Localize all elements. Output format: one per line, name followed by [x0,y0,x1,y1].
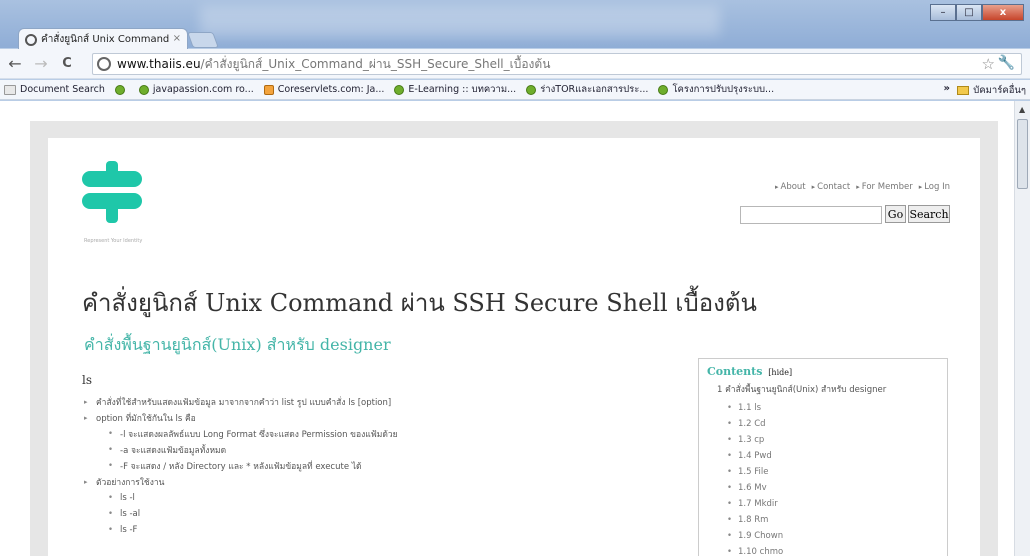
nav-log-in[interactable]: Log In [919,182,950,192]
top-nav: About Contact For Member Log In [775,182,951,192]
toc-item[interactable]: 1.8 Rm [727,512,939,528]
list-item: -F จะแสดง / หลัง Directory และ * หลังแฟ้… [82,458,682,474]
globe-icon [658,84,669,95]
page-viewport: Represent Your Identity About Contact Fo… [0,101,1014,556]
globe-icon [138,84,149,95]
page-card: Represent Your Identity About Contact Fo… [48,138,980,556]
bookmark-label: ร่างTORและเอกสารประ... [540,84,649,95]
bookmark-project[interactable]: โครงการปรับปรุงระบบ... [658,82,774,97]
toc-item[interactable]: 1.7 Mkdir [727,496,939,512]
coreservlets-icon [263,84,274,95]
toc-item[interactable]: 1.4 Pwd [727,448,939,464]
bookmark-label: Document Search [20,84,105,95]
titlebar-glow [200,6,720,36]
tab-close-icon[interactable]: × [173,33,181,44]
other-bookmarks-folder[interactable]: บัคมาร์คอื่นๆ [957,83,1026,98]
bookmark-javapassion[interactable]: javapassion.com ro... [138,84,254,95]
bookmark-tor[interactable]: ร่างTORและเอกสารประ... [526,82,648,97]
go-button[interactable]: Go [885,205,906,223]
nav-about[interactable]: About [775,182,806,192]
bookmarks-bar: Document Search javapassion.com ro... Co… [0,80,1030,100]
globe-icon [394,84,405,95]
bookmark-coreservlets[interactable]: Coreservlets.com: Ja... [263,84,385,95]
toc-item[interactable]: 1.9 Chown [727,528,939,544]
bookmark-label: E-Learning :: บทความ... [408,84,517,95]
list-item: ls -l [82,490,682,506]
browser-toolbar: ← → C www.thaiis.eu /คำสั่งยูนิกส์_Unix_… [0,49,1030,79]
bookmarks-more-button[interactable]: » [944,83,950,94]
folder-label: บัคมาร์คอื่นๆ [973,85,1026,96]
maximize-button[interactable]: □ [956,4,982,21]
toc-item[interactable]: 1.5 File [727,464,939,480]
toc-item[interactable]: 1.1 ls [727,400,939,416]
list-item: คำสั่งที่ใช้สำหรับแสดงแฟ้มข้อมูล มาจากจา… [82,394,682,410]
section-subtitle[interactable]: คำสั่งพื้นฐานยูนิกส์(Unix) สำหรับ design… [84,333,391,358]
page-scrollbar[interactable]: ▲ [1014,101,1030,556]
toc-header: Contents [hide] [707,365,939,378]
close-window-button[interactable]: x [982,4,1024,21]
list-item: option ที่มักใช้กันใน ls คือ [82,410,682,426]
tab-title: คำสั่งยูนิกส์ Unix Command [41,34,170,45]
bookmark-label: javapassion.com ro... [152,84,254,95]
search-button[interactable]: Search [908,205,950,223]
scroll-up-icon[interactable]: ▲ [1019,105,1025,114]
back-button[interactable]: ← [4,54,26,73]
toc-item[interactable]: 1.10 chmo [727,544,939,556]
site-logo[interactable] [82,161,142,223]
toc-hide-link[interactable]: [hide] [768,368,792,377]
globe-icon [526,84,537,95]
toc-item[interactable]: 1.6 Mv [727,480,939,496]
logo-bar-top [82,171,142,187]
toc-list: 1.1 ls 1.2 Cd 1.3 cp 1.4 Pwd 1.5 File 1.… [727,400,939,556]
list-item: ls -al [82,506,682,522]
ls-heading: ls [82,373,92,387]
tab-favicon-icon [25,33,37,46]
page-title: คำสั่งยูนิกส์ Unix Command ผ่าน SSH Secu… [82,289,757,317]
bookmark-elearning[interactable]: E-Learning :: บทความ... [394,82,516,97]
globe-icon [114,84,125,95]
address-bar[interactable]: www.thaiis.eu /คำสั่งยูนิกส์_Unix_Comman… [92,53,1022,75]
list-item: ls -F [82,522,682,538]
bookmark-document-search[interactable]: Document Search [4,84,105,95]
article-content: คำสั่งที่ใช้สำหรับแสดงแฟ้มข้อมูล มาจากจา… [82,394,682,538]
forward-button[interactable]: → [30,54,52,73]
window-controls: – □ x [930,4,1024,21]
toc-title: Contents [707,365,763,378]
new-tab-button[interactable] [187,32,219,48]
logo-stem-bottom [106,205,118,223]
wrench-menu-icon[interactable]: 🔧 [998,55,1015,71]
list-item: ตัวอย่างการใช้งาน [82,474,682,490]
folder-icon [957,86,970,95]
table-of-contents: Contents [hide] 1 คำสั่งพื้นฐานยูนิกส์(U… [698,358,948,556]
list-item: -l จะแสดงผลลัพธ์แบบ Long Format ซึ่งจะแส… [82,426,682,442]
window-titlebar: คำสั่งยูนิกส์ Unix Command × – □ x [0,0,1030,50]
bookmark-label: Coreservlets.com: Ja... [277,84,385,95]
url-path: /คำสั่งยูนิกส์_Unix_Command_ผ่าน_SSH_Sec… [200,56,551,71]
toc-item[interactable]: 1.3 cp [727,432,939,448]
bookmark-label: โครงการปรับปรุงระบบ... [672,84,775,95]
browser-tab[interactable]: คำสั่งยูนิกส์ Unix Command × [18,28,188,50]
site-tagline: Represent Your Identity [84,238,143,244]
minimize-button[interactable]: – [930,4,956,21]
document-icon [4,84,16,95]
scrollbar-thumb[interactable] [1017,119,1028,189]
bookmark-star-icon[interactable]: ☆ [982,55,995,73]
bookmark-green[interactable] [114,84,129,95]
nav-contact[interactable]: Contact [812,182,850,192]
toc-main-item[interactable]: 1 คำสั่งพื้นฐานยูนิกส์(Unix) สำหรับ desi… [717,382,939,396]
search-input[interactable] [740,206,882,224]
url-domain: www.thaiis.eu [117,57,201,71]
reload-button[interactable]: C [56,56,78,71]
page-icon [97,57,111,71]
toc-item[interactable]: 1.2 Cd [727,416,939,432]
list-item: -a จะแสดงแฟ้มข้อมูลทั้งหมด [82,442,682,458]
nav-for-member[interactable]: For Member [856,182,913,192]
